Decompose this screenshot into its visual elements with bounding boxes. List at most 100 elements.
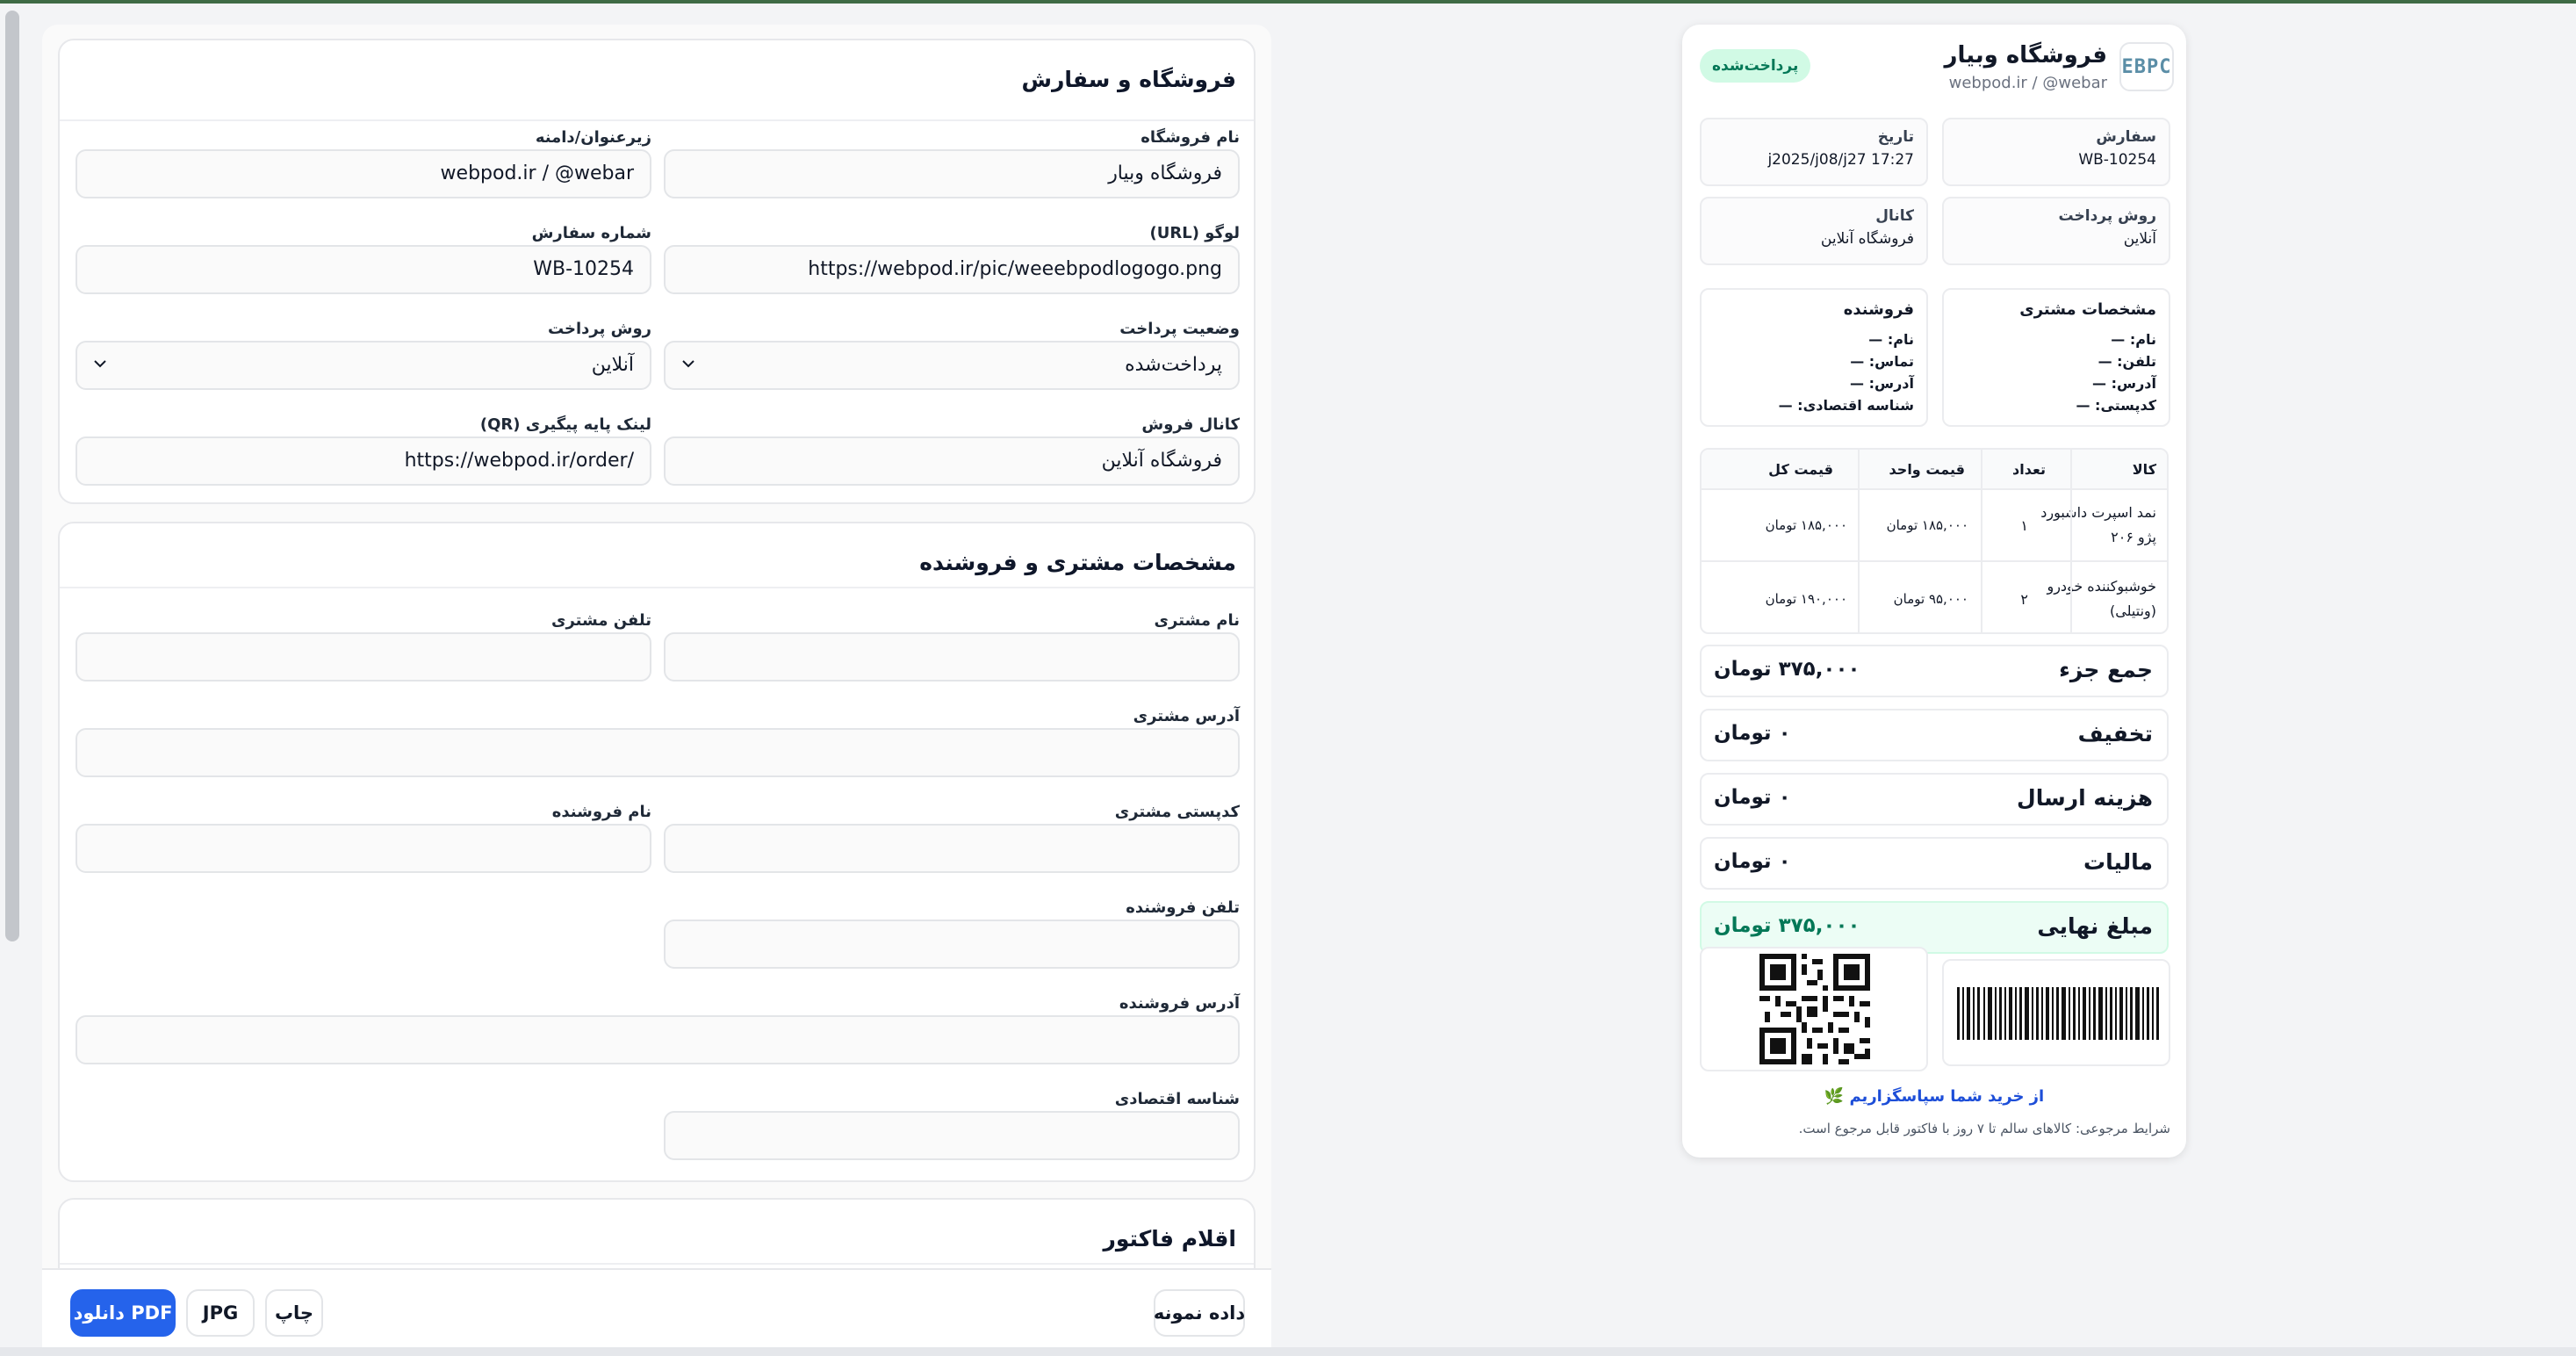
economic-id-input[interactable]: [664, 1111, 1240, 1160]
seller-phone-field: تلفن فروشنده: [664, 898, 1240, 970]
info-label: روش پرداخت: [2058, 207, 2157, 225]
customer-phone-input[interactable]: [76, 632, 651, 682]
invoice-preview: EBPC فروشگاه وبیار webpod.ir / @webar پر…: [1682, 25, 2186, 1158]
table-header: کالا تعداد قیمت واحد قیمت کل: [1702, 450, 2167, 488]
field-label: کانال فروش: [1141, 415, 1240, 434]
item-name: خوشبوکننده خودرو (ونتیلی): [2047, 562, 2156, 632]
invoice-store-name: فروشگاه وبیار: [1944, 42, 2107, 69]
item-name-line: نمد اسپرت داشبورد: [2040, 504, 2156, 521]
download-pdf-button[interactable]: دانلود PDF: [70, 1289, 176, 1337]
subtotal-row: جمع جزء ۳۷۵,۰۰۰ تومان: [1700, 645, 2169, 697]
info-value: WB-10254: [2078, 151, 2156, 169]
subtitle-input[interactable]: webpod.ir / @webar: [76, 149, 651, 198]
payment-method-select[interactable]: آنلاین: [76, 341, 651, 390]
payment-status-select[interactable]: پرداخت‌شده: [664, 341, 1240, 390]
thanks-message: از خرید شما سپاسگزاریم 🌿: [1824, 1087, 2045, 1106]
customer-name-input[interactable]: [664, 632, 1240, 682]
field-label: روش پرداخت: [547, 320, 651, 338]
logo-url-input[interactable]: https://webpod.ir/pic/weeebpodlogogo.png: [664, 245, 1240, 294]
qr-code-box: [1700, 947, 1928, 1071]
jpg-button[interactable]: JPG: [186, 1289, 255, 1337]
date-info: تاریخ j2025/j08/j27 17:27: [1700, 118, 1928, 186]
field-label: شماره سفارش: [531, 224, 651, 242]
item-total-price: ۱۸۵,۰۰۰ تومان: [1765, 517, 1847, 533]
qr-link-input[interactable]: https://webpod.ir/order/: [76, 436, 651, 486]
table-header-cell: تعداد: [2012, 460, 2046, 478]
final-total-label: مبلغ نهایی: [2037, 913, 2153, 939]
summary-label: تخفیف: [2077, 721, 2153, 747]
barcode-box: [1942, 959, 2170, 1066]
seller-address-input[interactable]: [76, 1015, 1240, 1064]
table-row: نمد اسپرت داشبورد پژو ۲۰۶ ۱ ۱۸۵,۰۰۰ توما…: [1702, 490, 2167, 560]
summary-value: ۰ تومان: [1714, 786, 1791, 809]
sales-channel-field: کانال فروش فروشگاه آنلاین: [664, 415, 1240, 487]
store-order-panel: فروشگاه و سفارش نام فروشگاه فروشگاه وبیا…: [58, 39, 1256, 504]
divider: [60, 587, 1254, 588]
customer-phone-field: تلفن مشتری: [76, 611, 651, 683]
customer-address-field: آدرس مشتری: [76, 707, 1240, 779]
item-name-line: پژو ۲۰۶: [2111, 529, 2156, 545]
customer-seller-panel: مشخصات مشتری و فروشنده نام مشتری تلفن مش…: [58, 522, 1256, 1182]
divider: [1981, 450, 1982, 632]
item-unit-price: ۹۵,۰۰۰ تومان: [1893, 591, 1968, 607]
panel-title: اقلام فاکتور: [1103, 1226, 1236, 1251]
logo-url-field: لوگو (URL) https://webpod.ir/pic/weeebpo…: [664, 224, 1240, 296]
item-name-line: (ونتیلی): [2110, 602, 2156, 619]
info-value: آنلاین: [2123, 230, 2156, 248]
item-unit-price: ۱۸۵,۰۰۰ تومان: [1886, 517, 1968, 533]
summary-value: ۳۷۵,۰۰۰ تومان: [1714, 658, 1860, 681]
seller-detail-row: تماس: —: [1850, 353, 1914, 370]
info-value: j2025/j08/j27 17:27: [1767, 151, 1914, 169]
seller-detail-row: شناسه اقتصادی: —: [1778, 397, 1914, 414]
sales-channel-input[interactable]: فروشگاه آنلاین: [664, 436, 1240, 486]
panel-title: مشخصات مشتری و فروشنده: [919, 550, 1236, 575]
seller-phone-input[interactable]: [664, 920, 1240, 969]
customer-details-title: مشخصات مشتری: [2019, 300, 2156, 319]
sample-data-button[interactable]: داده نمونه: [1154, 1289, 1245, 1337]
economic-id-field: شناسه اقتصادی: [664, 1090, 1240, 1162]
items-table: کالا تعداد قیمت واحد قیمت کل نمد اسپرت د…: [1700, 448, 2169, 634]
final-total-value: ۳۷۵,۰۰۰ تومان: [1714, 914, 1860, 937]
seller-name-field: نام فروشنده: [76, 803, 651, 875]
order-number-field: شماره سفارش WB-10254: [76, 224, 651, 296]
select-value: پرداخت‌شده: [1125, 354, 1222, 376]
table-header-cell: کالا: [2132, 460, 2156, 478]
summary-label: جمع جزء: [2059, 657, 2153, 682]
seller-name-input[interactable]: [76, 824, 651, 873]
chevron-down-icon: [94, 360, 106, 368]
divider: [2070, 450, 2072, 632]
field-label: نام فروشنده: [551, 803, 651, 821]
field-label: نام مشتری: [1154, 611, 1240, 630]
seller-details-title: فروشنده: [1843, 300, 1914, 319]
status-badge: پرداخت‌شده: [1700, 49, 1811, 83]
payment-status-field: وضعیت پرداخت پرداخت‌شده: [664, 320, 1240, 392]
seller-details: فروشنده نام: — تماس: — آدرس: — شناسه اقت…: [1700, 288, 1928, 427]
field-label: کدپستی مشتری: [1114, 803, 1240, 821]
field-label: وضعیت پرداخت: [1119, 320, 1240, 338]
divider: [1858, 450, 1860, 632]
store-name-input[interactable]: فروشگاه وبیار: [664, 149, 1240, 198]
item-name-line: خوشبوکننده خودرو: [2047, 578, 2156, 595]
print-button[interactable]: چاپ: [265, 1289, 323, 1337]
field-label: آدرس فروشنده: [1119, 994, 1240, 1013]
item-total-price: ۱۹۰,۰۰۰ تومان: [1765, 591, 1847, 607]
customer-address-input[interactable]: [76, 728, 1240, 777]
select-value: آنلاین: [591, 354, 634, 376]
table-row: خوشبوکننده خودرو (ونتیلی) ۲ ۹۵,۰۰۰ تومان…: [1702, 562, 2167, 632]
divider: [60, 1263, 1254, 1265]
horizontal-scrollbar[interactable]: [0, 1347, 2576, 1356]
tax-row: مالیات ۰ تومان: [1700, 837, 2169, 890]
item-name: نمد اسپرت داشبورد پژو ۲۰۶: [2040, 490, 2156, 560]
divider: [60, 119, 1254, 121]
order-info: سفارش WB-10254: [1942, 118, 2170, 186]
payment-method-field: روش پرداخت آنلاین: [76, 320, 651, 392]
order-number-input[interactable]: WB-10254: [76, 245, 651, 294]
panel-title: فروشگاه و سفارش: [1021, 67, 1236, 92]
store-logo: EBPC: [2119, 42, 2174, 91]
customer-postal-input[interactable]: [664, 824, 1240, 873]
page-scrollbar[interactable]: [5, 11, 19, 941]
shipping-row: هزینه ارسال ۰ تومان: [1700, 773, 2169, 826]
info-label: کانال: [1875, 207, 1914, 225]
discount-row: تخفیف ۰ تومان: [1700, 709, 2169, 761]
seller-detail-row: نام: —: [1868, 331, 1914, 348]
